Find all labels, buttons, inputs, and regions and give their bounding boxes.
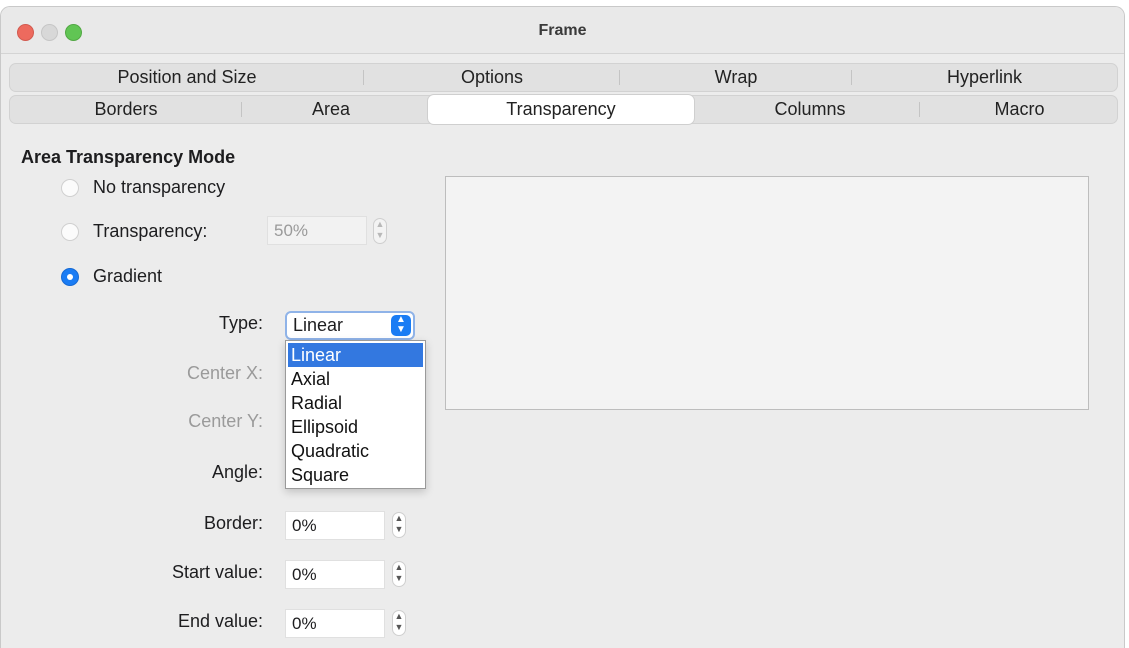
no-transparency-radio[interactable] <box>61 179 79 197</box>
tab-transparency[interactable]: Transparency <box>428 95 694 124</box>
transparency-preview <box>445 176 1089 410</box>
type-option-square[interactable]: Square <box>288 463 423 487</box>
tab-row-1: Position and Size Options Wrap Hyperlink <box>9 63 1118 92</box>
tab-borders[interactable]: Borders <box>10 96 242 123</box>
type-option-ellipsoid[interactable]: Ellipsoid <box>288 415 423 439</box>
type-option-axial[interactable]: Axial <box>288 367 423 391</box>
chevron-up-icon: ▲ <box>394 562 404 572</box>
transparency-stepper[interactable]: ▲ ▼ <box>373 218 387 244</box>
chevron-down-icon: ▼ <box>394 622 404 632</box>
gradient-radio[interactable] <box>61 268 79 286</box>
chevron-down-icon: ▼ <box>394 524 404 534</box>
transparency-percent-field[interactable]: 50% <box>267 216 367 245</box>
type-dropdown-list: Linear Axial Radial Ellipsoid Quadratic … <box>285 340 426 489</box>
type-label: Type: <box>218 313 263 333</box>
type-option-linear[interactable]: Linear <box>288 343 423 367</box>
type-option-radial[interactable]: Radial <box>288 391 423 415</box>
chevron-up-icon: ▲ <box>375 219 385 229</box>
chevron-down-icon: ▼ <box>394 573 404 583</box>
center-y-label: Center Y: <box>188 411 263 431</box>
start-value-field[interactable]: 0% <box>285 560 385 589</box>
type-select[interactable]: Linear ▲ ▼ <box>285 311 415 340</box>
tab-columns[interactable]: Columns <box>700 96 920 123</box>
tab-options[interactable]: Options <box>364 64 620 91</box>
title-bar: Frame <box>1 7 1124 54</box>
tab-wrap[interactable]: Wrap <box>620 64 852 91</box>
start-value-label: Start value: <box>171 562 263 582</box>
end-value-label: End value: <box>177 611 263 631</box>
chevron-up-icon: ▲ <box>394 611 404 621</box>
border-label: Border: <box>203 513 263 533</box>
frame-dialog: Frame Position and Size Options Wrap Hyp… <box>0 6 1125 648</box>
border-stepper[interactable]: ▲ ▼ <box>392 512 406 538</box>
window-title: Frame <box>538 22 587 39</box>
section-title: Area Transparency Mode <box>21 147 236 167</box>
select-arrows-icon[interactable]: ▲ ▼ <box>391 315 411 336</box>
transparency-radio[interactable] <box>61 223 79 241</box>
tab-macro[interactable]: Macro <box>920 96 1119 123</box>
center-x-label: Center X: <box>186 363 263 383</box>
tab-hyperlink[interactable]: Hyperlink <box>852 64 1117 91</box>
end-value-field[interactable]: 0% <box>285 609 385 638</box>
type-option-quadratic[interactable]: Quadratic <box>288 439 423 463</box>
type-select-value: Linear <box>293 315 344 335</box>
tab-area[interactable]: Area <box>242 96 420 123</box>
chevron-up-icon: ▲ <box>394 513 404 523</box>
no-transparency-label: No transparency <box>93 177 226 197</box>
border-field[interactable]: 0% <box>285 511 385 540</box>
chevron-down-icon: ▼ <box>375 230 385 240</box>
angle-label: Angle: <box>211 462 263 482</box>
gradient-label: Gradient <box>93 266 163 286</box>
start-value-stepper[interactable]: ▲ ▼ <box>392 561 406 587</box>
tab-position-and-size[interactable]: Position and Size <box>10 64 364 91</box>
transparency-label: Transparency: <box>93 221 208 241</box>
tab-row-2: Borders Area Transparency Columns Macro <box>9 95 1118 124</box>
end-value-stepper[interactable]: ▲ ▼ <box>392 610 406 636</box>
